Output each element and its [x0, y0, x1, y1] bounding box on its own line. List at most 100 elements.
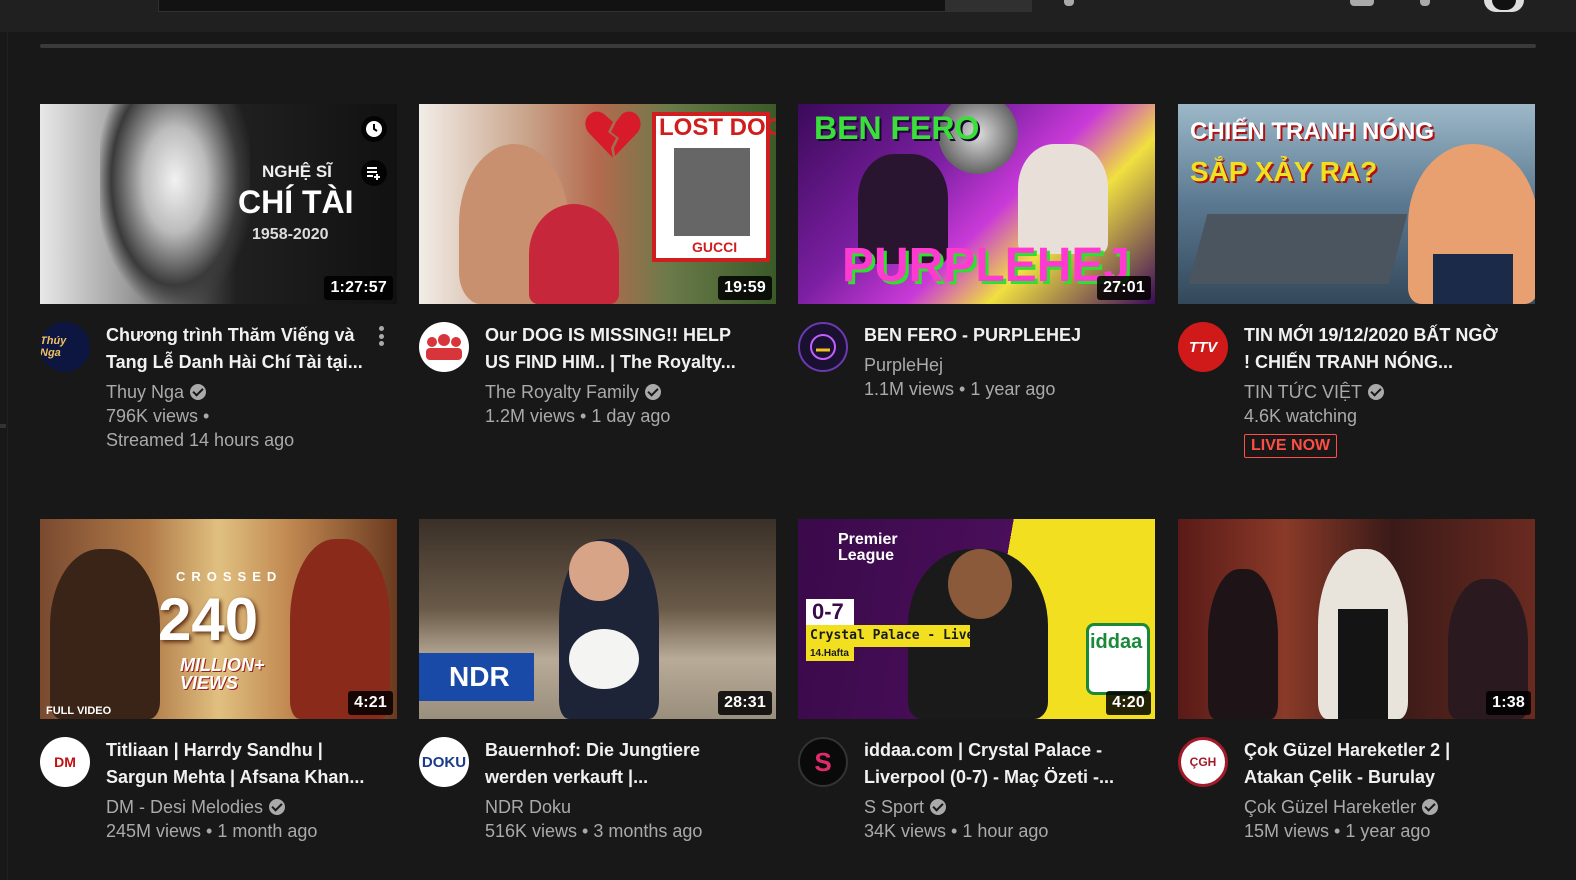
channel-name[interactable]: DM - Desi Melodies [106, 795, 397, 819]
channel-name-text: DM - Desi Melodies [106, 797, 264, 817]
live-now-badge: LIVE NOW [1244, 434, 1338, 458]
channel-name-text: The Royalty Family [485, 382, 640, 402]
thumb-caption: BEN FERO [814, 110, 980, 146]
thumb-caption: 240 [158, 586, 259, 653]
channel-name-text: NDR Doku [485, 797, 572, 817]
video-card[interactable]: CHIẾN TRANH NÓNG SẮP XẢY RA? TTV TIN MỚI… [1178, 104, 1535, 458]
video-stats: 245M views • 1 month ago [106, 821, 318, 841]
account-avatar[interactable] [1484, 0, 1524, 12]
verified-icon [1422, 799, 1439, 815]
channel-avatar[interactable]: Thúy Nga [40, 322, 90, 372]
video-stats: 796K views • [106, 406, 210, 426]
video-title[interactable]: Çok Güzel Hareketler 2 | Atakan Çelik - … [1244, 737, 1535, 791]
thumb-caption: 0-7 [812, 599, 844, 624]
broken-heart-icon [585, 111, 641, 158]
channel-avatar[interactable]: TTV [1178, 322, 1228, 372]
channel-name[interactable]: PurpleHej [864, 353, 1155, 377]
add-to-queue-icon[interactable] [361, 160, 387, 186]
video-card[interactable]: Premier League 0-7 Crystal Palace - Live… [798, 519, 1155, 843]
create-icon[interactable] [1064, 0, 1074, 6]
thumb-caption: PURPLEHEJ [842, 239, 1131, 292]
verified-icon [930, 799, 947, 815]
verified-icon [269, 799, 286, 815]
channel-name-text: Çok Güzel Hareketler [1244, 797, 1417, 817]
thumb-caption: 1958-2020 [252, 226, 329, 243]
video-card[interactable]: NDR 28:31 DOKU Bauernhof: Die Jungtiere … [419, 519, 776, 843]
search-button[interactable] [946, 0, 1032, 12]
channel-avatar[interactable]: S [798, 737, 848, 787]
thumb-caption: GUCCI [692, 239, 738, 255]
video-card[interactable]: NGHỆ SĨ CHÍ TÀI 1958-2020 1:27:57 Thúy N… [40, 104, 397, 452]
thumb-caption: League [838, 547, 895, 564]
thumb-caption: SẮP XẢY RA? [1190, 156, 1378, 187]
video-title[interactable]: iddaa.com | Crystal Palace - Liverpool (… [864, 737, 1155, 791]
video-duration: 27:01 [1097, 276, 1151, 300]
video-stats: 15M views • 1 year ago [1244, 821, 1431, 841]
channel-avatar[interactable]: ÇGH [1178, 737, 1228, 787]
video-duration: 19:59 [718, 276, 772, 300]
video-stats: 4.6K watching [1244, 406, 1358, 426]
video-duration: 28:31 [718, 691, 772, 715]
channel-avatar[interactable]: DOKU [419, 737, 469, 787]
channel-name[interactable]: Thuy Nga [106, 380, 397, 404]
verified-icon [645, 384, 662, 400]
video-thumbnail[interactable]: CHIẾN TRANH NÓNG SẮP XẢY RA? [1178, 104, 1535, 304]
video-duration: 1:38 [1486, 691, 1531, 715]
video-thumbnail[interactable]: NDR 28:31 [419, 519, 776, 719]
channel-name[interactable]: Çok Güzel Hareketler [1244, 795, 1535, 819]
thumb-caption: NGHỆ SĨ [262, 162, 332, 181]
video-title[interactable]: TIN MỚI 19/12/2020 BẤT NGỜ ! CHIẾN TRANH… [1244, 322, 1535, 376]
thumb-caption: 14.Hafta [810, 648, 849, 659]
more-actions-icon[interactable] [371, 324, 391, 348]
video-card[interactable]: BEN FERO PURPLEHEJ 27:01 BEN FERO - PURP… [798, 104, 1155, 401]
thumb-caption: LOST DOG [659, 114, 776, 141]
video-thumbnail[interactable]: NGHỆ SĨ CHÍ TÀI 1958-2020 1:27:57 [40, 104, 397, 304]
guide-edge [0, 32, 8, 880]
channel-name-text: TIN TỨC VIỆT [1244, 382, 1363, 402]
video-stats: 516K views • 3 months ago [485, 821, 703, 841]
channel-name[interactable]: NDR Doku [485, 795, 776, 819]
notifications-icon[interactable] [1420, 0, 1430, 6]
video-title[interactable]: Our DOG IS MISSING!! HELP US FIND HIM.. … [485, 322, 776, 376]
channel-name-text: S Sport [864, 797, 925, 817]
top-bar [0, 0, 1576, 32]
channel-name[interactable]: S Sport [864, 795, 1155, 819]
channel-avatar[interactable]: DM [40, 737, 90, 787]
video-stats: 1.1M views • 1 year ago [864, 379, 1056, 399]
thumb-caption: NDR [449, 661, 510, 692]
thumb-caption: CHÍ TÀI [238, 184, 354, 220]
video-card[interactable]: LOST DOG GUCCI 19:59 Our DOG IS MISSING!… [419, 104, 776, 428]
video-title[interactable]: Bauernhof: Die Jungtiere werden verkauft… [485, 737, 776, 791]
channel-name-text: PurpleHej [864, 355, 944, 375]
thumb-caption: iddaa [1090, 631, 1143, 653]
channel-avatar[interactable] [798, 322, 848, 372]
video-thumbnail[interactable]: Premier League 0-7 Crystal Palace - Live… [798, 519, 1155, 719]
video-stats: Streamed 14 hours ago [106, 430, 295, 450]
chip-bar-divider [40, 44, 1536, 48]
video-thumbnail[interactable]: 1:38 [1178, 519, 1535, 719]
channel-name[interactable]: TIN TỨC VIỆT [1244, 380, 1535, 404]
verified-icon [190, 384, 207, 400]
channel-avatar[interactable] [419, 322, 469, 372]
thumb-caption: Crystal Palace - Liverpool [810, 628, 1014, 643]
thumb-caption: CHIẾN TRANH NÓNG [1190, 118, 1434, 145]
channel-name-text: Thuy Nga [106, 382, 185, 402]
video-thumbnail[interactable]: CROSSED 240 MILLION+ VIEWS FULL VIDEO 4:… [40, 519, 397, 719]
video-title[interactable]: Titliaan | Harrdy Sandhu | Sargun Mehta … [106, 737, 397, 791]
video-duration: 4:21 [348, 691, 393, 715]
apps-icon[interactable] [1350, 0, 1374, 6]
watch-later-icon[interactable] [361, 116, 387, 142]
video-title[interactable]: BEN FERO - PURPLEHEJ [864, 322, 1155, 349]
search-input[interactable] [158, 0, 946, 12]
video-card[interactable]: 1:38 ÇGH Çok Güzel Hareketler 2 | Atakan… [1178, 519, 1535, 843]
thumb-caption: VIEWS [180, 673, 239, 693]
thumb-caption: FULL VIDEO [46, 705, 112, 717]
video-thumbnail[interactable]: BEN FERO PURPLEHEJ 27:01 [798, 104, 1155, 304]
video-title[interactable]: Chương trình Thăm Viếng và Tang Lễ Danh … [106, 322, 397, 376]
channel-name[interactable]: The Royalty Family [485, 380, 776, 404]
video-stats: 1.2M views • 1 day ago [485, 406, 671, 426]
video-duration: 4:20 [1106, 691, 1151, 715]
video-card[interactable]: CROSSED 240 MILLION+ VIEWS FULL VIDEO 4:… [40, 519, 397, 843]
verified-icon [1368, 384, 1385, 400]
video-thumbnail[interactable]: LOST DOG GUCCI 19:59 [419, 104, 776, 304]
